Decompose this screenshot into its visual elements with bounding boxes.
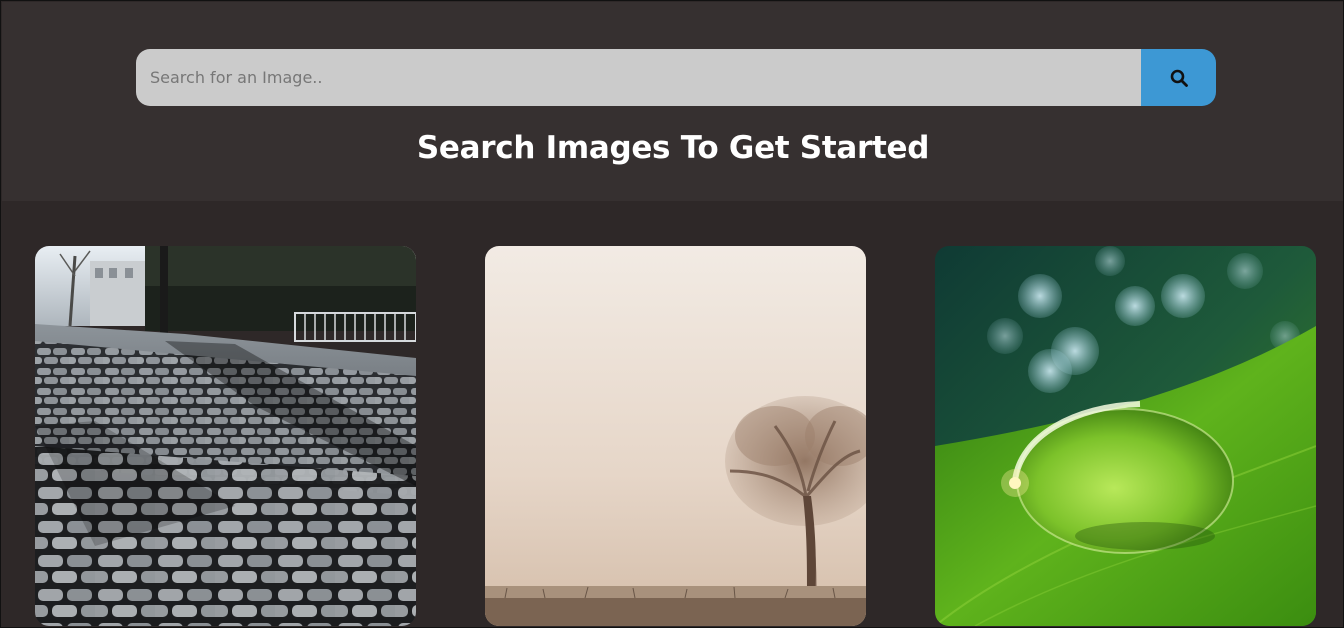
image-card-foggy-tree[interactable] bbox=[485, 246, 866, 626]
foggy-tree-image bbox=[485, 246, 866, 626]
search-icon bbox=[1170, 69, 1188, 87]
water-drop-image bbox=[935, 246, 1316, 626]
search-button[interactable] bbox=[1141, 49, 1216, 106]
image-card-water-drop[interactable] bbox=[935, 246, 1316, 626]
page-title: Search Images To Get Started bbox=[416, 130, 930, 166]
app-frame: Search Images To Get Started bbox=[0, 0, 1344, 628]
cobblestone-image bbox=[35, 246, 416, 626]
image-card-cobblestone[interactable] bbox=[35, 246, 416, 626]
search-input[interactable] bbox=[136, 49, 1141, 106]
search-header: Search Images To Get Started bbox=[2, 2, 1343, 201]
search-bar bbox=[136, 49, 1216, 106]
